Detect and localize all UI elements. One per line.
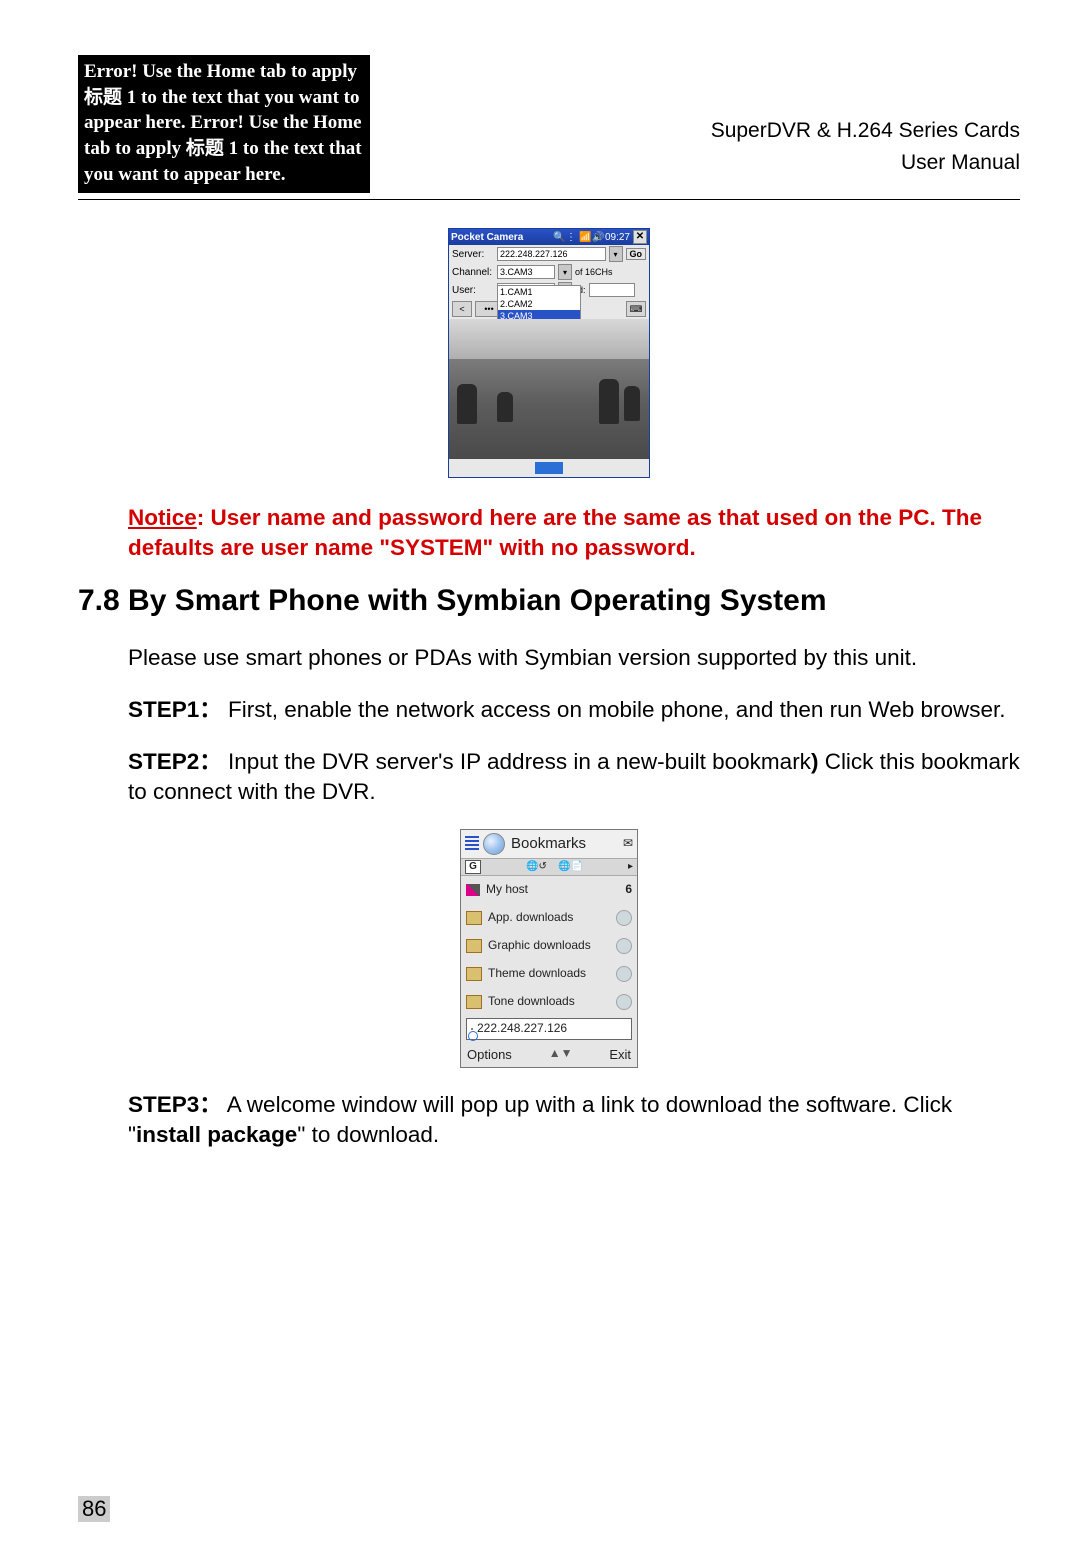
- video-preview: [449, 319, 649, 459]
- options-softkey[interactable]: Options: [467, 1046, 512, 1063]
- bookmark-row-theme[interactable]: Theme downloads: [461, 960, 637, 988]
- intro-paragraph: Please use smart phones or PDAs with Sym…: [128, 643, 1020, 673]
- pocket-camera-window: Pocket Camera 🔍 ⋮⋮ 📶 🔊 09:27 ✕ Server: 2…: [448, 228, 650, 478]
- close-icon[interactable]: ✕: [633, 230, 647, 244]
- channel-input[interactable]: 3.CAM3: [497, 265, 555, 279]
- dropdown-option-cam2[interactable]: 2.CAM2: [498, 298, 580, 310]
- exit-softkey[interactable]: Exit: [609, 1046, 631, 1063]
- row-badge: 6: [625, 882, 632, 898]
- step1-paragraph: STEP1： First, enable the network access …: [128, 695, 1020, 725]
- section-heading: 7.8 By Smart Phone with Symbian Operatin…: [78, 581, 1020, 621]
- bookmark-row-app[interactable]: App. downloads: [461, 904, 637, 932]
- folder-icon: [466, 995, 482, 1009]
- bookmark-row-tone[interactable]: Tone downloads: [461, 988, 637, 1016]
- doc-title-line2: User Manual: [370, 147, 1020, 179]
- dropdown-option-cam1[interactable]: 1.CAM1: [498, 286, 580, 298]
- folder-icon: [466, 967, 482, 981]
- symbian-title: Bookmarks: [511, 834, 586, 854]
- search-icon: 🔍: [553, 232, 563, 242]
- step3-paragraph: STEP3： A welcome window will pop up with…: [128, 1090, 1020, 1149]
- channel-dropdown-list[interactable]: 1.CAM1 2.CAM2 3.CAM3: [497, 285, 581, 323]
- doc-title-line1: SuperDVR & H.264 Series Cards: [370, 115, 1020, 147]
- server-input[interactable]: 222.248.227.126: [497, 247, 606, 261]
- tab-g[interactable]: G: [465, 860, 481, 874]
- pocket-time: 09:27: [605, 232, 630, 243]
- notice-text: Notice: User name and password here are …: [78, 503, 1020, 562]
- folder-icon: [466, 911, 482, 925]
- user-label: User:: [452, 285, 494, 296]
- globe-icon: [483, 833, 505, 855]
- signal-bars-icon: [465, 836, 479, 852]
- step2-paragraph: STEP2： Input the DVR server's IP address…: [128, 747, 1020, 806]
- tab-icons[interactable]: 🌐↺ 🌐📄: [485, 860, 624, 873]
- nav-updown-icon[interactable]: ▲▼: [512, 1046, 610, 1062]
- keyboard-icon[interactable]: ⌨: [626, 301, 646, 317]
- bookmark-row-myhost[interactable]: My host 6: [461, 876, 637, 904]
- channel-label: Channel:: [452, 267, 494, 278]
- mail-icon: ✉: [623, 836, 633, 852]
- pencil-icon: [466, 884, 480, 896]
- header-error-box: Error! Use the Home tab to apply 标题 1 to…: [78, 55, 370, 193]
- server-label: Server:: [452, 249, 494, 260]
- page-icon: [471, 1028, 473, 1030]
- pwd-input[interactable]: [589, 283, 635, 297]
- address-input[interactable]: 222.248.227.126: [466, 1018, 632, 1040]
- channel-suffix: of 16CHs: [575, 267, 613, 277]
- folder-icon: [466, 939, 482, 953]
- channel-dropdown-icon[interactable]: ▾: [558, 264, 572, 280]
- page-number: 86: [78, 1496, 110, 1522]
- speaker-icon: 🔊: [592, 232, 602, 242]
- tab-arrow-icon[interactable]: ▸: [624, 860, 637, 873]
- network-icon: ⋮⋮: [566, 232, 576, 242]
- pocket-title: Pocket Camera: [451, 232, 550, 243]
- bookmark-row-graphic[interactable]: Graphic downloads: [461, 932, 637, 960]
- signal-icon: 📶: [579, 232, 589, 242]
- server-dropdown-icon[interactable]: ▾: [609, 246, 623, 262]
- nav-prev-button[interactable]: <: [452, 301, 472, 317]
- symbian-window: Bookmarks ✉ G 🌐↺ 🌐📄 ▸ My host 6: [460, 829, 638, 1068]
- logo-icon: [535, 462, 563, 474]
- go-button[interactable]: Go: [626, 248, 647, 260]
